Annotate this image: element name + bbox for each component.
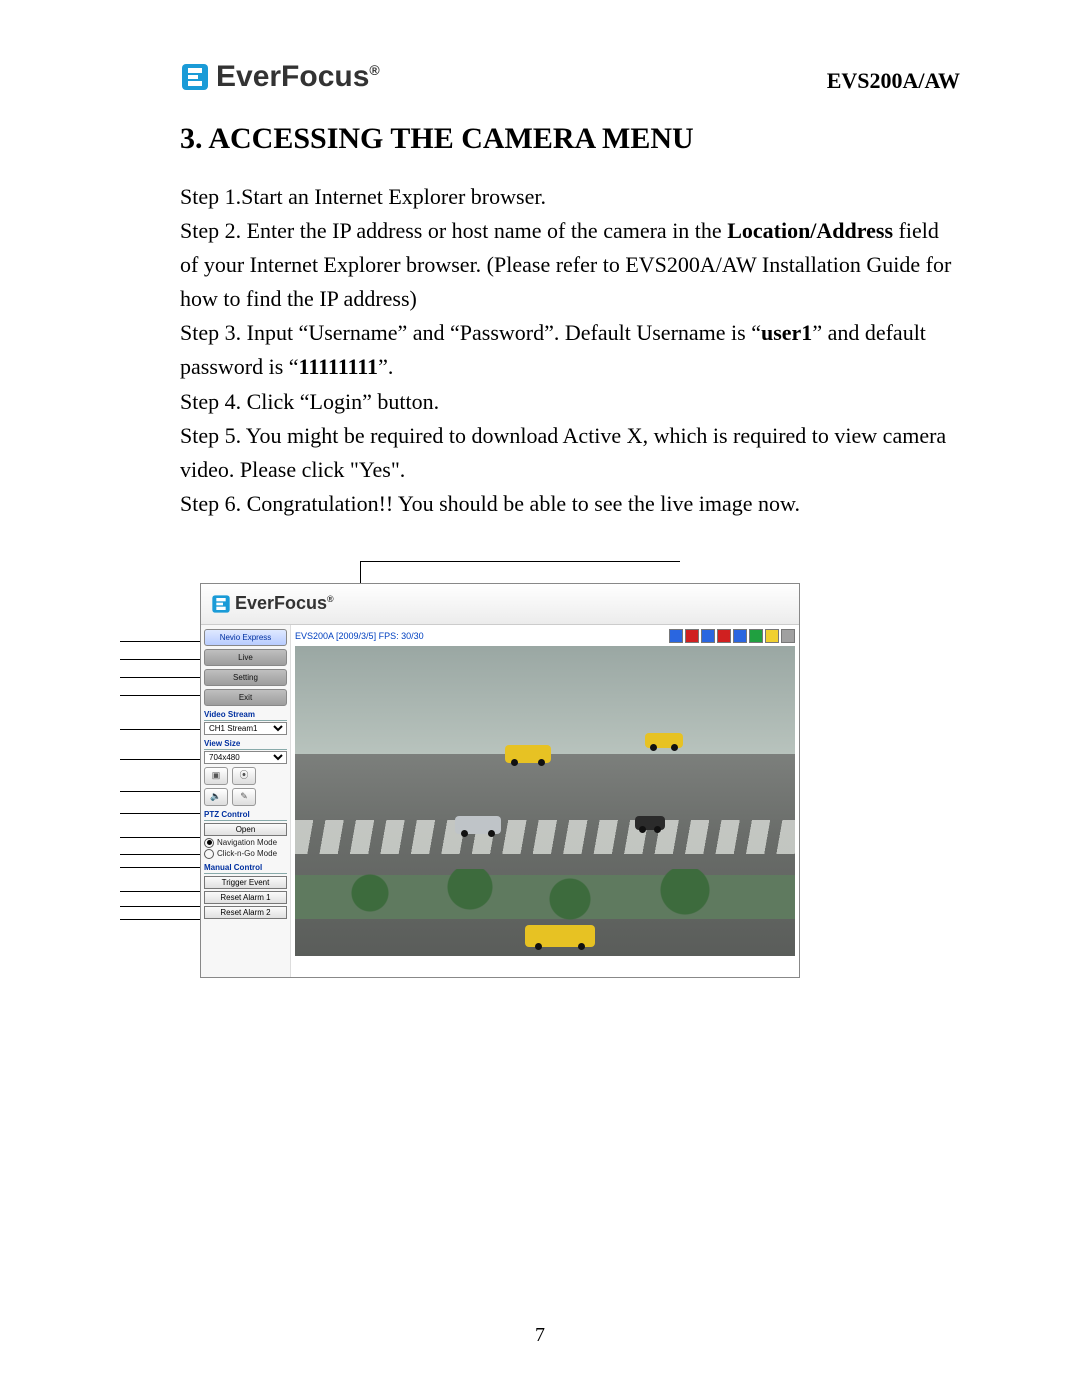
tool-icon[interactable] [685,629,699,643]
trigger-event-button[interactable]: Trigger Event [204,876,287,889]
audio-icon[interactable]: 🔈 [204,788,228,806]
brand-name: EverFocus [216,60,369,93]
instruction-steps: Step 1.Start an Internet Explorer browse… [180,180,960,521]
label-manual-control: Manual Control [204,863,287,874]
tool-icon[interactable] [781,629,795,643]
callout-leader [120,867,212,868]
callout-leader [120,641,212,642]
everfocus-mark-icon [211,594,231,614]
tool-icon[interactable] [669,629,683,643]
nav-live[interactable]: Live [204,649,287,666]
trademark-symbol: ® [369,62,379,78]
radio-navigation-mode[interactable]: Navigation Mode [204,838,287,848]
label-view-size: View Size [204,739,287,750]
mic-icon[interactable]: ✎ [232,788,256,806]
radio-dot-icon [204,838,214,848]
callout-leader [120,695,212,696]
ptz-open-button[interactable]: Open [204,823,287,836]
screenshot-figure: EverFocus® Nevio Express Live Setting Ex… [120,561,820,956]
record-icon[interactable]: ⦿ [232,767,256,785]
callout-leader [120,659,212,660]
snapshot-icon[interactable]: ▣ [204,767,228,785]
callout-leader [120,791,212,792]
step-4: Step 4. Click “Login” button. [180,385,960,419]
page-number: 7 [0,1324,1080,1347]
tool-icon[interactable] [701,629,715,643]
page-header: EverFocus® EVS200A/AW [180,60,960,94]
callout-rule-top [360,561,680,562]
tool-icon[interactable] [765,629,779,643]
ui-trademark: ® [327,594,334,604]
radio-dot-icon [204,849,214,859]
callout-leader [120,759,212,760]
callout-leader [120,919,212,920]
video-caption-text: EVS200A [2009/3/5] FPS: 30/30 [295,631,424,641]
callout-leader [120,677,212,678]
step-1: Step 1.Start an Internet Explorer browse… [180,180,960,214]
video-toolbar [669,629,795,643]
reset-alarm-1-button[interactable]: Reset Alarm 1 [204,891,287,904]
nav-exit[interactable]: Exit [204,689,287,706]
callout-leader [120,837,212,838]
camera-web-ui: EverFocus® Nevio Express Live Setting Ex… [200,583,800,978]
nav-setting[interactable]: Setting [204,669,287,686]
label-video-stream: Video Stream [204,710,287,721]
callout-leader [120,729,212,730]
tool-icon[interactable] [749,629,763,643]
callout-leader [120,854,212,855]
callout-leader [120,906,212,907]
live-video-frame [295,646,795,956]
callout-leader [120,813,212,814]
tool-icon[interactable] [717,629,731,643]
callout-tick-top [360,561,361,583]
reset-alarm-2-button[interactable]: Reset Alarm 2 [204,906,287,919]
step-6: Step 6. Congratulation!! You should be a… [180,487,960,521]
tool-icon[interactable] [733,629,747,643]
label-ptz-control: PTZ Control [204,810,287,821]
step-2: Step 2. Enter the IP address or host nam… [180,214,960,316]
brand-logo: EverFocus® [180,60,380,94]
callout-leader [120,891,212,892]
select-video-stream[interactable]: CH1 Stream1 [204,722,287,735]
nav-nevio-express[interactable]: Nevio Express [204,629,287,646]
section-title: 3. ACCESSING THE CAMERA MENU [180,122,960,156]
select-view-size[interactable]: 704x480 [204,751,287,764]
everfocus-mark-icon [180,62,210,92]
ui-sidebar: Nevio Express Live Setting Exit Video St… [201,625,291,977]
video-panel: EVS200A [2009/3/5] FPS: 30/30 [291,625,799,977]
ui-header: EverFocus® [201,584,799,625]
ui-brand: EverFocus [235,593,327,613]
model-number: EVS200A/AW [827,68,960,94]
radio-click-n-go-mode[interactable]: Click-n-Go Mode [204,849,287,859]
step-5: Step 5. You might be required to downloa… [180,419,960,487]
step-3: Step 3. Input “Username” and “Password”.… [180,316,960,384]
